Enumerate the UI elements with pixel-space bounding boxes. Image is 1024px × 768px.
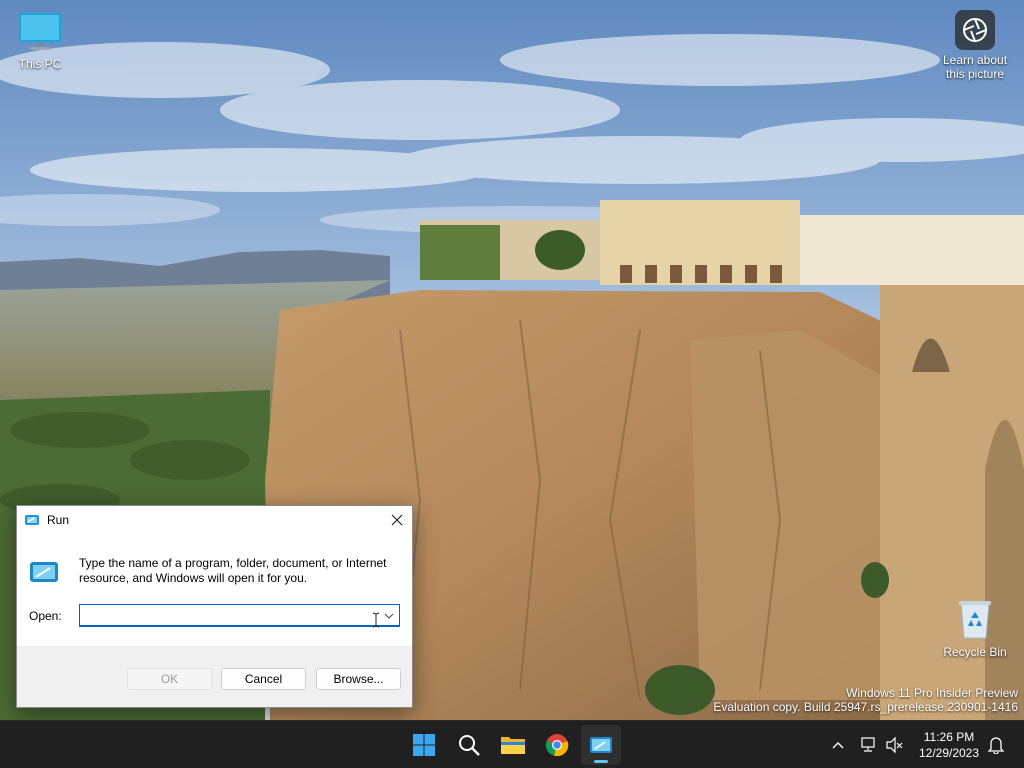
this-pc-icon [19, 13, 61, 50]
camera-lens-icon [955, 10, 995, 50]
close-icon [391, 514, 403, 526]
open-combobox[interactable] [79, 604, 400, 627]
run-icon [30, 562, 58, 582]
watermark-line-2: Evaluation copy. Build 25947.rs_prerelea… [713, 700, 1018, 714]
close-button[interactable] [382, 506, 412, 534]
show-hidden-icons-button[interactable] [828, 735, 848, 755]
clock-date: 12/29/2023 [918, 746, 980, 760]
run-titlebar[interactable]: Run [17, 506, 412, 534]
learn-about-picture[interactable]: Learn about this picture [934, 10, 1016, 81]
active-indicator [594, 760, 608, 763]
run-small-icon [25, 515, 39, 525]
taskbar: 11:26 PM 12/29/2023 [0, 720, 1024, 768]
desktop-icon-this-pc[interactable]: This PC [0, 10, 80, 71]
chevron-down-icon [384, 613, 394, 619]
desktop-icon-recycle-bin[interactable]: Recycle Bin [935, 598, 1015, 659]
browse-button[interactable]: Browse... [316, 668, 401, 690]
recycle-bin-icon [959, 601, 991, 639]
cancel-button[interactable]: Cancel [221, 668, 306, 690]
evaluation-watermark: Windows 11 Pro Insider Preview Evaluatio… [713, 686, 1018, 714]
watermark-line-1: Windows 11 Pro Insider Preview [846, 686, 1018, 700]
bell-icon [988, 737, 1004, 754]
volume-button[interactable] [885, 735, 905, 755]
run-dialog: Run Type the name of a program, folder, … [16, 505, 413, 708]
open-dropdown-button[interactable] [379, 605, 399, 626]
open-label: Open: [29, 609, 62, 623]
notifications-button[interactable] [986, 735, 1006, 755]
run-taskbar-button[interactable] [581, 725, 621, 765]
file-explorer-button[interactable] [493, 725, 533, 765]
recycle-bin-label: Recycle Bin [943, 645, 1007, 659]
network-button[interactable] [859, 735, 879, 755]
search-button[interactable] [449, 725, 489, 765]
folder-icon [501, 737, 525, 754]
this-pc-label: This PC [18, 57, 62, 71]
start-button[interactable] [404, 725, 444, 765]
network-icon [861, 737, 875, 752]
chrome-button[interactable] [537, 725, 577, 765]
ok-button[interactable]: OK [127, 668, 212, 690]
windows-logo-icon [413, 734, 435, 756]
text-cursor-icon [372, 612, 380, 628]
volume-muted-icon [886, 737, 903, 753]
search-icon [459, 735, 480, 756]
run-description: Type the name of a program, folder, docu… [79, 556, 387, 585]
chrome-icon [545, 734, 569, 757]
run-body: Type the name of a program, folder, docu… [17, 534, 412, 646]
run-title: Run [47, 513, 70, 527]
run-icon [590, 737, 612, 753]
clock-time: 11:26 PM [923, 730, 975, 744]
learn-about-picture-label: Learn about this picture [942, 53, 1008, 81]
clock[interactable]: 11:26 PM 12/29/2023 [914, 729, 984, 761]
chevron-up-icon [832, 742, 844, 749]
open-input[interactable] [80, 605, 370, 624]
